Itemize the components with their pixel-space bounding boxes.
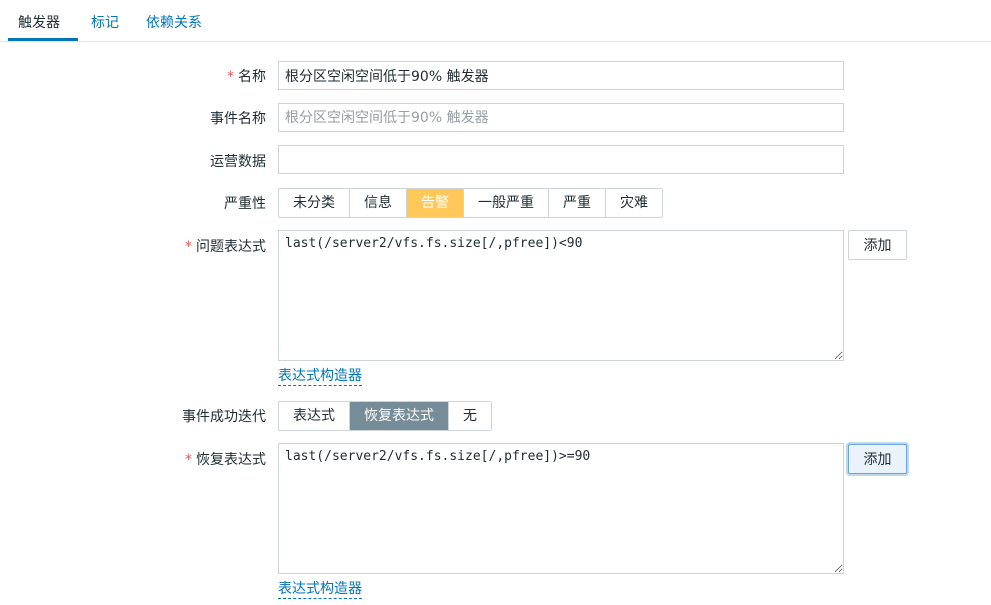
recovery-expression-textarea[interactable]: last(/server2/vfs.fs.size[/,pfree])>=90	[278, 443, 844, 574]
required-mark: *	[227, 69, 234, 85]
recovery-expression-constructor-link[interactable]: 表达式构造器	[278, 581, 362, 599]
severity-selector: 未分类 信息 告警 一般严重 严重 灾难	[278, 188, 663, 218]
tab-dependencies[interactable]: 依赖关系	[146, 12, 202, 32]
tab-bar: 触发器 标记 依赖关系	[0, 0, 991, 42]
severity-average[interactable]: 一般严重	[464, 189, 549, 217]
severity-label: 严重性	[224, 196, 266, 212]
problem-expression-textarea[interactable]: last(/server2/vfs.fs.size[/,pfree])<90	[278, 230, 844, 361]
opdata-label: 运营数据	[210, 154, 266, 170]
ok-event-generation-selector: 表达式 恢复表达式 无	[278, 401, 492, 431]
tab-trigger[interactable]: 触发器	[18, 12, 60, 32]
required-mark: *	[185, 452, 192, 468]
problem-expression-label: * 问题表达式	[185, 239, 266, 255]
problem-expression-constructor-link[interactable]: 表达式构造器	[278, 368, 362, 386]
event-name-input[interactable]	[278, 103, 844, 132]
severity-high[interactable]: 严重	[549, 189, 606, 217]
ok-event-recovery-expression[interactable]: 恢复表达式	[350, 402, 449, 430]
recovery-expression-label: * 恢复表达式	[185, 452, 266, 468]
severity-warning[interactable]: 告警	[407, 189, 464, 217]
opdata-input[interactable]	[278, 145, 844, 174]
required-mark: *	[185, 239, 192, 255]
event-name-label: 事件名称	[210, 111, 266, 127]
severity-disaster[interactable]: 灾难	[606, 189, 662, 217]
active-tab-indicator	[8, 38, 78, 41]
problem-expression-add-button[interactable]: 添加	[848, 230, 907, 260]
severity-not-classified[interactable]: 未分类	[279, 189, 350, 217]
name-input[interactable]	[278, 61, 844, 90]
ok-event-expression[interactable]: 表达式	[279, 402, 350, 430]
severity-information[interactable]: 信息	[350, 189, 407, 217]
ok-event-none[interactable]: 无	[449, 402, 491, 430]
tab-tags[interactable]: 标记	[91, 12, 119, 32]
ok-event-generation-label: 事件成功迭代	[182, 409, 266, 425]
name-label: * 名称	[227, 69, 266, 85]
recovery-expression-add-button[interactable]: 添加	[848, 444, 907, 474]
